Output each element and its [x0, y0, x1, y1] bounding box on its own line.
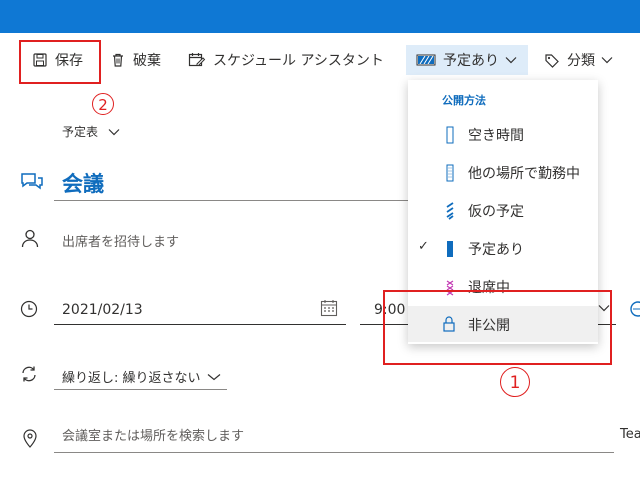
calendar-selector-label: 予定表	[62, 125, 99, 139]
repeat-dropdown[interactable]: 繰り返し: 繰り返さない	[62, 367, 221, 386]
show-as-label: 予定あり	[443, 53, 499, 69]
menu-item-label: 他の場所で勤務中	[468, 166, 580, 182]
show-as-menu-header: 公開方法	[442, 94, 486, 107]
menu-item-label: 空き時間	[468, 128, 524, 144]
category-label: 分類	[567, 53, 595, 69]
save-highlight-box	[19, 40, 101, 84]
menu-item-tentative[interactable]: 仮の予定	[408, 192, 598, 228]
calendar-edit-icon	[188, 53, 206, 67]
discard-button[interactable]: 破棄	[110, 45, 161, 75]
chevron-down-icon	[108, 128, 120, 135]
menu-item-busy[interactable]: ✓ 予定あり	[408, 230, 598, 266]
calendar-selector[interactable]: 予定表	[62, 123, 120, 140]
chat-icon	[21, 173, 43, 190]
trash-icon	[113, 53, 123, 67]
category-button[interactable]: 分類	[544, 45, 613, 75]
working-elsewhere-icon	[446, 164, 454, 182]
busy-status-icon	[447, 241, 453, 257]
clock-icon	[20, 300, 38, 318]
menu-item-working-elsewhere[interactable]: 他の場所で勤務中	[408, 154, 598, 190]
globe-icon[interactable]	[628, 300, 640, 318]
tag-icon	[545, 54, 559, 68]
scheduling-assistant-button[interactable]: スケジュール アシスタント	[188, 45, 384, 75]
busy-status-icon	[416, 54, 436, 66]
title-underline	[54, 200, 409, 201]
start-date-input[interactable]: 2021/02/13	[62, 302, 143, 318]
date-underline	[54, 324, 346, 325]
repeat-label: 繰り返し: 繰り返さない	[62, 371, 201, 386]
repeat-icon	[22, 366, 36, 382]
location-input[interactable]: 会議室または場所を検索します	[62, 425, 244, 444]
calendar-icon[interactable]	[320, 299, 338, 317]
chevron-down-icon	[207, 373, 220, 380]
event-title[interactable]: 会議	[62, 168, 104, 198]
menu-item-label: 予定あり	[468, 242, 524, 258]
app-header-bar	[0, 0, 640, 33]
tentative-status-icon	[446, 202, 454, 220]
private-highlight-box	[383, 290, 612, 365]
chevron-down-icon	[601, 57, 613, 64]
location-underline	[54, 452, 614, 453]
discard-label: 破棄	[133, 53, 161, 69]
person-icon	[21, 229, 39, 248]
chevron-down-icon	[505, 57, 517, 64]
annotation-number-1: 1	[500, 367, 530, 397]
scheduling-label: スケジュール アシスタント	[213, 53, 384, 69]
attendees-input[interactable]: 出席者を招待します	[62, 231, 179, 250]
annotation-number-2: 2	[92, 93, 114, 115]
checkmark-icon: ✓	[418, 239, 429, 254]
menu-item-label: 仮の予定	[468, 204, 524, 220]
free-status-icon	[446, 126, 454, 144]
repeat-underline	[54, 389, 227, 390]
show-as-button[interactable]: 予定あり	[406, 45, 528, 75]
teams-toggle-label[interactable]: Tea	[620, 427, 640, 442]
menu-item-free[interactable]: 空き時間	[408, 116, 598, 152]
location-pin-icon	[23, 429, 37, 448]
